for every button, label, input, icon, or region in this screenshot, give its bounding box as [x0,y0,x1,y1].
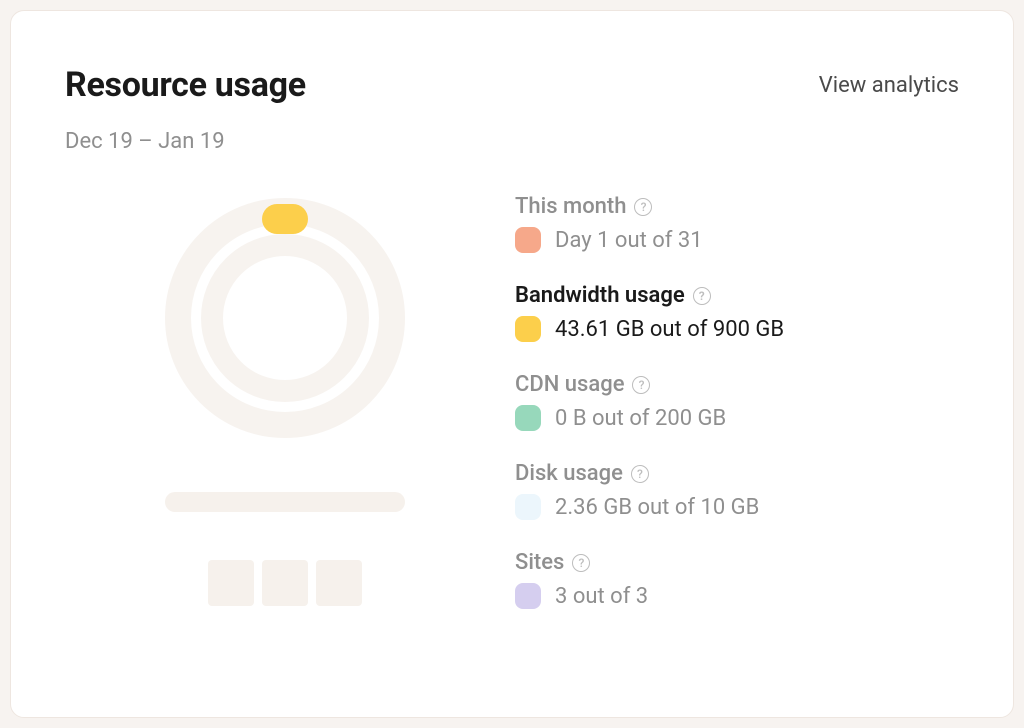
metrics-column: This month ? Day 1 out of 31 Bandwidth u… [505,194,959,639]
metric-value-row: 2.36 GB out of 10 GB [515,494,959,520]
block-placeholder [316,560,362,606]
card-body: This month ? Day 1 out of 31 Bandwidth u… [65,194,959,639]
metric-value-row: 3 out of 3 [515,583,959,609]
help-icon[interactable]: ? [632,376,650,394]
metric-label: Sites [515,550,564,575]
metric-value: 43.61 GB out of 900 GB [555,317,784,342]
card-title: Resource usage [65,65,306,105]
block-placeholders [208,560,362,606]
swatch-icon [515,405,541,431]
metric-label-row: Disk usage ? [515,461,959,486]
metric-value: 3 out of 3 [555,584,648,609]
metric-value-row: 0 B out of 200 GB [515,405,959,431]
metric-value: Day 1 out of 31 [555,228,703,253]
metric-label-row: Bandwidth usage ? [515,283,959,308]
metric-value-row: Day 1 out of 31 [515,227,959,253]
swatch-icon [515,583,541,609]
block-placeholder [208,560,254,606]
help-icon[interactable]: ? [572,554,590,572]
metric-value-row: 43.61 GB out of 900 GB [515,316,959,342]
block-placeholder [262,560,308,606]
help-icon[interactable]: ? [634,198,652,216]
metric-label: Disk usage [515,461,623,486]
donut-bandwidth-arc [262,204,308,234]
resource-usage-card: Resource usage View analytics Dec 19 – J… [10,10,1014,718]
metric-label: This month [515,194,626,219]
usage-donut-chart [165,198,405,438]
view-analytics-link[interactable]: View analytics [819,73,959,98]
metric-bandwidth: Bandwidth usage ? 43.61 GB out of 900 GB [515,283,959,342]
metric-label-row: CDN usage ? [515,372,959,397]
metric-disk: Disk usage ? 2.36 GB out of 10 GB [515,461,959,520]
donut-center [245,278,325,358]
bar-placeholder [165,492,405,512]
metric-sites: Sites ? 3 out of 3 [515,550,959,609]
help-icon[interactable]: ? [693,287,711,305]
swatch-icon [515,227,541,253]
card-header: Resource usage View analytics [65,65,959,105]
metric-label-row: This month ? [515,194,959,219]
swatch-icon [515,494,541,520]
chart-column [65,194,505,639]
metric-cdn: CDN usage ? 0 B out of 200 GB [515,372,959,431]
metric-label: CDN usage [515,372,624,397]
metric-label-row: Sites ? [515,550,959,575]
metric-value: 0 B out of 200 GB [555,406,726,431]
metric-value: 2.36 GB out of 10 GB [555,495,759,520]
help-icon[interactable]: ? [631,465,649,483]
metric-label: Bandwidth usage [515,283,685,308]
swatch-icon [515,316,541,342]
metric-this-month: This month ? Day 1 out of 31 [515,194,959,253]
date-range: Dec 19 – Jan 19 [65,129,959,154]
